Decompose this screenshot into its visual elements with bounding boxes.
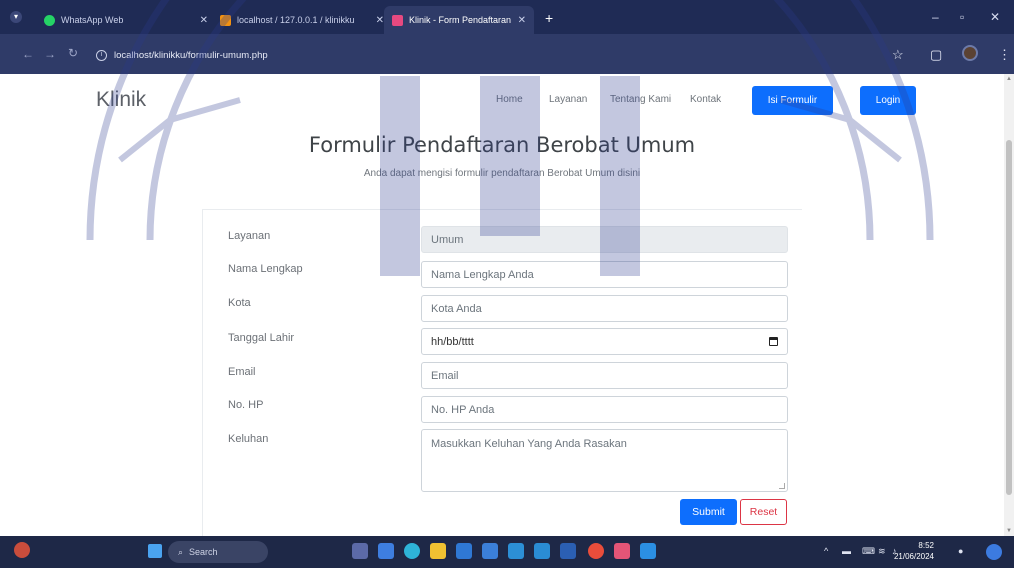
tab-klinik-form[interactable]: Klinik - Form Pendaftaran ✕ bbox=[384, 6, 534, 34]
label-tanggal-lahir: Tanggal Lahir bbox=[228, 332, 295, 344]
scroll-up-icon[interactable]: ▲ bbox=[1006, 76, 1012, 82]
maximize-icon[interactable]: ▫ bbox=[960, 10, 964, 24]
close-tab-icon[interactable]: ✕ bbox=[376, 15, 384, 26]
brand-logo[interactable]: Klinik bbox=[96, 88, 146, 112]
star-icon[interactable]: ☆ bbox=[892, 47, 904, 63]
nav-home[interactable]: Home bbox=[496, 94, 523, 105]
taskbar-clock[interactable]: 8:52 21/06/2024 bbox=[894, 540, 934, 562]
tab-whatsapp[interactable]: WhatsApp Web ✕ bbox=[36, 6, 216, 34]
tab-label: WhatsApp Web bbox=[61, 15, 124, 25]
klinik-app-icon[interactable] bbox=[614, 543, 630, 559]
close-window-icon[interactable]: ✕ bbox=[990, 10, 1000, 24]
tanggal-lahir-input[interactable]: hh/bb/tttt bbox=[421, 328, 788, 355]
resize-handle-icon[interactable] bbox=[779, 483, 785, 489]
reload-icon[interactable]: ↻ bbox=[68, 46, 78, 60]
extensions-icon[interactable]: ▢ bbox=[930, 47, 942, 63]
menu-icon[interactable]: ⋮ bbox=[998, 47, 1011, 63]
back-icon[interactable]: ← bbox=[22, 47, 34, 61]
mail-icon[interactable] bbox=[508, 543, 524, 559]
submit-button[interactable]: Submit bbox=[680, 499, 737, 525]
profile-icon[interactable] bbox=[962, 45, 978, 61]
nama-lengkap-input[interactable]: Nama Lengkap Anda bbox=[421, 261, 788, 288]
wifi-icon[interactable]: ≋ bbox=[878, 546, 886, 557]
tab-label: localhost / 127.0.0.1 / klinikku bbox=[237, 15, 355, 25]
scroll-down-icon[interactable]: ▼ bbox=[1006, 528, 1012, 534]
site-info-icon[interactable]: i bbox=[96, 49, 107, 61]
url-field[interactable]: i localhost/klinikku/formulir-umum.php bbox=[96, 44, 866, 66]
vscode-icon[interactable] bbox=[640, 543, 656, 559]
minimize-icon[interactable]: – bbox=[932, 10, 939, 24]
l-app-icon[interactable] bbox=[456, 543, 472, 559]
clock-time: 8:52 bbox=[918, 541, 934, 550]
keluhan-textarea[interactable]: Masukkan Keluhan Yang Anda Rasakan bbox=[421, 429, 788, 492]
label-no-hp: No. HP bbox=[228, 399, 264, 411]
tab-search-icon[interactable]: ▾ bbox=[10, 11, 22, 23]
close-tab-icon[interactable]: ✕ bbox=[200, 15, 208, 26]
clock-date: 21/06/2024 bbox=[893, 552, 934, 561]
label-kota: Kota bbox=[228, 297, 251, 309]
close-tab-icon[interactable]: ✕ bbox=[518, 15, 526, 26]
windows-start-icon[interactable] bbox=[148, 544, 162, 558]
keyboard-icon[interactable]: ⌨ bbox=[862, 546, 875, 557]
chrome-icon[interactable] bbox=[588, 543, 604, 559]
label-nama-lengkap: Nama Lengkap bbox=[228, 263, 303, 275]
whatsapp-icon bbox=[44, 14, 55, 26]
kota-input[interactable]: Kota Anda bbox=[421, 295, 788, 322]
taskbar-search[interactable]: ⌕ Search bbox=[168, 541, 268, 563]
login-button[interactable]: Login bbox=[860, 86, 916, 115]
file-explorer-icon[interactable] bbox=[430, 543, 446, 559]
search-icon: ⌕ bbox=[178, 546, 184, 557]
calendar-icon[interactable] bbox=[769, 337, 778, 346]
tray-app-icon[interactable]: ▬ bbox=[842, 546, 851, 556]
teams-icon[interactable] bbox=[378, 543, 394, 559]
photos-icon[interactable] bbox=[482, 543, 498, 559]
layanan-field: Umum bbox=[421, 226, 788, 253]
isi-formulir-button[interactable]: Isi Formulir bbox=[752, 86, 833, 115]
email-input[interactable]: Email bbox=[421, 362, 788, 389]
word-icon[interactable] bbox=[560, 543, 576, 559]
copilot-icon[interactable] bbox=[986, 544, 1002, 560]
label-layanan: Layanan bbox=[228, 230, 271, 242]
scrollbar-thumb[interactable] bbox=[1006, 140, 1012, 495]
tray-chevron-icon[interactable]: ^ bbox=[824, 546, 828, 556]
url-text: localhost/klinikku/formulir-umum.php bbox=[114, 49, 268, 61]
weather-widget-icon[interactable] bbox=[14, 542, 30, 558]
nav-tentang-kami[interactable]: Tentang Kami bbox=[610, 94, 671, 105]
store-icon[interactable] bbox=[534, 543, 550, 559]
no-hp-input[interactable]: No. HP Anda bbox=[421, 396, 788, 423]
label-email: Email bbox=[228, 366, 256, 378]
nav-layanan[interactable]: Layanan bbox=[549, 94, 587, 105]
klinik-favicon-icon bbox=[392, 14, 403, 26]
notification-icon[interactable]: ● bbox=[958, 546, 963, 556]
nav-kontak[interactable]: Kontak bbox=[690, 94, 721, 105]
forward-icon[interactable]: → bbox=[44, 47, 56, 61]
tab-phpmyadmin[interactable]: localhost / 127.0.0.1 / klinikku ✕ bbox=[212, 6, 392, 34]
page-title: Formulir Pendaftaran Berobat Umum bbox=[308, 133, 696, 157]
reset-button[interactable]: Reset bbox=[740, 499, 787, 525]
page-subtitle: Anda dapat mengisi formulir pendaftaran … bbox=[363, 168, 641, 179]
label-keluhan: Keluhan bbox=[228, 433, 269, 445]
new-tab-button[interactable]: + bbox=[545, 11, 553, 25]
edge-icon[interactable] bbox=[404, 543, 420, 559]
tab-label: Klinik - Form Pendaftaran bbox=[409, 15, 512, 25]
task-view-icon[interactable] bbox=[352, 543, 368, 559]
phpmyadmin-icon bbox=[220, 14, 231, 26]
